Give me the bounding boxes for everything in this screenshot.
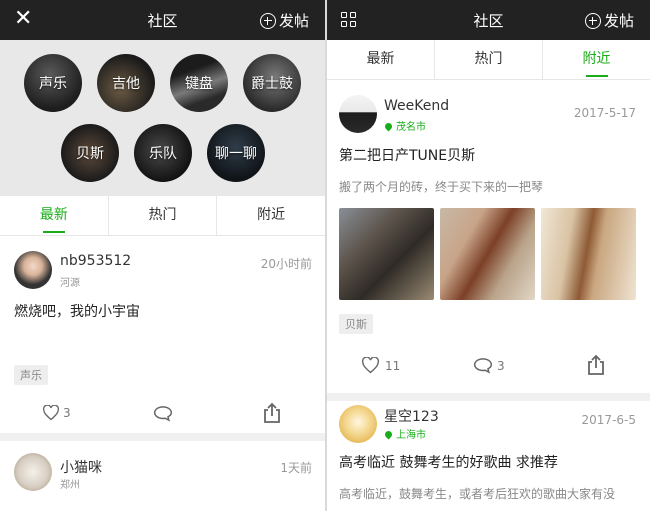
category-band: 声乐 吉他 键盘 爵士鼓 贝斯 乐队 聊一聊 [0,40,325,196]
category-band[interactable]: 乐队 [134,124,192,182]
new-post-label: 发帖 [278,12,309,30]
post-card[interactable]: 小猫咪 郑州 1天前 [0,441,325,511]
tab-nearby[interactable]: 附近 [543,40,650,79]
avatar [14,251,52,289]
new-post-label: 发帖 [603,12,634,30]
post-time: 2017-5-17 [573,106,636,120]
post-tag[interactable]: 声乐 [14,365,48,385]
post-photo[interactable] [339,208,434,300]
category-label: 吉他 [112,76,140,92]
category-label: 聊一聊 [215,146,257,162]
location-label: 上海市 [396,430,426,441]
category-bass[interactable]: 贝斯 [61,124,119,182]
right-screen: 社区 发帖 最新 热门 附近 WeeKend 茂名市 2017-5-17 第二把… [327,0,650,511]
category-vocal[interactable]: 声乐 [24,54,82,112]
location-pin-icon [383,121,394,132]
app-root: ✕ 社区 发帖 声乐 吉他 键盘 爵士鼓 贝斯 乐队 聊一聊 最新 热门 附近 … [0,0,650,511]
post-time: 2017-6-5 [581,413,636,427]
new-post-button[interactable]: 发帖 [584,10,634,31]
comment-icon [153,406,173,422]
post-location: 茂名市 [383,118,426,133]
comment-button[interactable]: 3 [473,357,505,374]
category-label: 贝斯 [76,146,104,162]
tab-hot[interactable]: 热门 [435,40,543,79]
username[interactable]: 小猫咪 [60,457,102,477]
tab-latest[interactable]: 最新 [327,40,435,79]
username[interactable]: WeeKend [384,98,449,114]
like-count: 11 [385,358,401,373]
category-label: 爵士鼓 [251,76,293,92]
post-tag[interactable]: 贝斯 [339,314,373,334]
category-label: 乐队 [149,146,177,162]
post-location: 郑州 [60,480,80,491]
post-photo[interactable] [440,208,535,300]
post-card[interactable]: 星空123 上海市 2017-6-5 高考临近 鼓舞考生的好歌曲 求推荐 高考临… [327,401,650,511]
post-title: 第二把日产TUNE贝斯 [339,148,476,164]
like-button[interactable]: 11 [361,357,400,374]
plus-circle-icon [259,12,276,29]
comment-icon [473,358,493,374]
post-location: 河源 [60,278,80,289]
location-label: 茂名市 [396,122,426,133]
post-body: 高考临近，鼓舞考生，或者考后狂欢的歌曲大家有没 [339,487,616,501]
category-chat[interactable]: 聊一聊 [207,124,265,182]
tab-bar: 最新 热门 附近 [0,196,325,236]
post-photo[interactable] [541,208,636,300]
new-post-button[interactable]: 发帖 [259,10,309,31]
post-actions: 11 3 [327,351,650,381]
heart-icon [362,357,379,374]
category-guitar[interactable]: 吉他 [97,54,155,112]
username[interactable]: nb953512 [60,253,131,269]
post-actions: 3 [0,399,325,429]
avatar [339,405,377,443]
comment-button[interactable] [153,405,173,422]
like-count: 3 [63,406,71,420]
category-keyboard[interactable]: 键盘 [170,54,228,112]
share-button[interactable] [262,402,282,424]
left-screen: ✕ 社区 发帖 声乐 吉他 键盘 爵士鼓 贝斯 乐队 聊一聊 最新 热门 附近 … [0,0,325,511]
post-location: 上海市 [383,426,426,441]
top-bar: ✕ 社区 发帖 [0,0,325,40]
tab-hot[interactable]: 热门 [109,196,218,235]
share-icon [264,402,280,423]
comment-count: 3 [497,358,505,373]
post-title: 燃烧吧，我的小宇宙 [14,304,140,320]
section-gap [0,433,325,441]
avatar [14,453,52,491]
like-button[interactable]: 3 [42,405,71,421]
post-card[interactable]: WeeKend 茂名市 2017-5-17 第二把日产TUNE贝斯 搬了两个月的… [327,81,650,393]
plus-circle-icon [584,12,601,29]
tab-nearby[interactable]: 附近 [217,196,325,235]
tab-bar: 最新 热门 附近 [327,40,650,80]
tab-latest[interactable]: 最新 [0,196,109,235]
category-label: 键盘 [185,76,213,92]
share-icon [588,354,604,375]
post-time: 20小时前 [260,257,312,271]
username[interactable]: 星空123 [384,406,439,426]
category-label: 声乐 [39,76,67,92]
heart-icon [43,405,59,421]
top-bar: 社区 发帖 [327,0,650,40]
share-button[interactable] [586,354,606,376]
post-title: 高考临近 鼓舞考生的好歌曲 求推荐 [339,455,558,471]
post-time: 1天前 [280,461,312,475]
category-drums[interactable]: 爵士鼓 [243,54,301,112]
post-body: 搬了两个月的砖，终于买下来的一把琴 [339,180,544,194]
post-card[interactable]: nb953512 河源 20小时前 燃烧吧，我的小宇宙 声乐 3 [0,237,325,433]
avatar [339,95,377,133]
section-gap [327,393,650,401]
location-pin-icon [383,429,394,440]
